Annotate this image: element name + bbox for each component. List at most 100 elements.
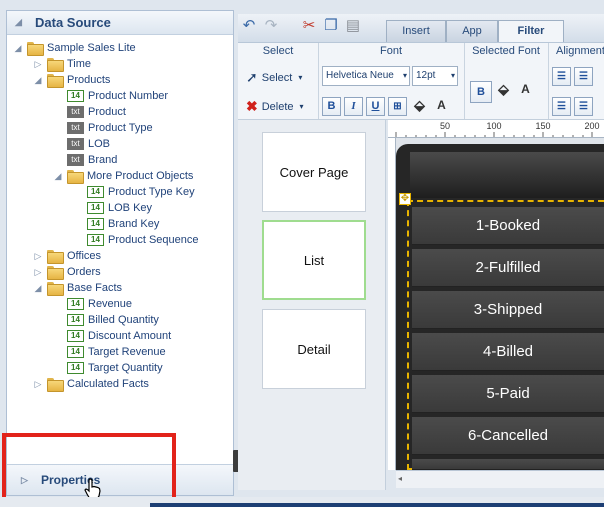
selected-fill-color-icon[interactable]: ⬙ [494, 81, 513, 100]
tree-item[interactable]: txt Product [53, 104, 126, 120]
tab-app[interactable]: App [446, 20, 498, 42]
align-center-icon[interactable]: ☰ [574, 97, 593, 116]
undo-icon[interactable]: ↶ [240, 17, 258, 35]
status-list-row[interactable]: 1-Booked [412, 207, 604, 245]
collapsed-triangle-icon[interactable]: ▷ [33, 379, 43, 390]
chevron-down-icon: ▾ [450, 71, 455, 80]
data-source-title: Data Source [35, 15, 111, 30]
align-top-icon[interactable]: ☰ [552, 67, 571, 86]
tree-item[interactable]: 14 Billed Quantity [53, 312, 159, 328]
tree-item[interactable]: txt Product Type [53, 120, 153, 136]
text-column-icon: txt [67, 122, 84, 134]
numeric-column-icon: 14 [67, 298, 84, 310]
underline-button[interactable]: U [366, 97, 385, 116]
scroll-left-icon[interactable]: ◂ [398, 474, 402, 483]
border-icon[interactable]: ⊞ [388, 97, 407, 116]
tree-item[interactable]: ▷ Calculated Facts [33, 376, 149, 392]
pointer-icon: ➚ [246, 69, 258, 85]
tree-item[interactable]: 14 Product Number [53, 88, 168, 104]
collapsed-triangle-icon[interactable]: ▷ [33, 59, 43, 70]
selected-font-color-icon[interactable]: A [516, 81, 535, 100]
paste-icon[interactable]: ▤ [344, 17, 362, 35]
selected-font-group-title: Selected Font [472, 45, 540, 57]
expanded-triangle-icon[interactable]: ◢ [53, 171, 63, 182]
copy-icon[interactable]: ❐ [322, 17, 340, 35]
numeric-column-icon: 14 [67, 314, 84, 326]
tab-filter[interactable]: Filter [498, 20, 564, 43]
bottom-accent-line [150, 503, 604, 507]
tree-item[interactable]: txt Brand [53, 152, 117, 168]
ribbon: Select ➚ Select ▾ ✖ Delete ▾ Font Helvet… [238, 42, 604, 120]
tree-item[interactable]: 14 Product Type Key [73, 184, 195, 200]
folder-icon [47, 58, 64, 72]
horizontal-scrollbar[interactable]: ◂ [396, 470, 604, 488]
font-color-icon[interactable]: A [432, 97, 451, 116]
tree-item[interactable]: 14 LOB Key [73, 200, 152, 216]
redo-icon[interactable]: ↷ [262, 17, 280, 35]
align-left-icon[interactable]: ☰ [552, 97, 571, 116]
tree-item-label: Billed Quantity [88, 314, 159, 326]
delete-label: Delete [261, 100, 294, 113]
expanded-triangle-icon[interactable]: ◢ [13, 43, 23, 54]
status-list-row[interactable]: 5-Paid [412, 375, 604, 413]
tree-item[interactable]: 14 Discount Amount [53, 328, 171, 344]
tree-item-label: Discount Amount [88, 330, 172, 342]
select-group-title: Select [262, 45, 294, 57]
collapsed-triangle-icon[interactable]: ▷ [33, 251, 43, 262]
collapsed-triangle-icon[interactable]: ▷ [33, 267, 43, 278]
tree-item-label: Product Sequence [108, 234, 199, 246]
folder-icon [47, 74, 64, 88]
tree-item[interactable]: 14 Target Quantity [53, 360, 163, 376]
tree-item[interactable]: 14 Product Sequence [73, 232, 199, 248]
main-toolbar: ↶ ↷ ✂ ❐ ▤ Insert App Filter [238, 14, 604, 43]
tree-item[interactable]: ▷ Orders [33, 264, 101, 280]
tree-item[interactable]: ◢ More Product Objects [53, 168, 193, 184]
tree-item[interactable]: txt LOB [53, 136, 110, 152]
tab-insert[interactable]: Insert [386, 20, 446, 42]
ruler-label: 150 [535, 121, 551, 131]
font-name-dropdown[interactable]: Helvetica Neue ▾ [322, 66, 410, 86]
numeric-column-icon: 14 [67, 330, 84, 342]
expanded-triangle-icon[interactable]: ◢ [33, 283, 43, 294]
fill-color-icon[interactable]: ⬙ [410, 97, 429, 116]
status-list-row[interactable]: 3-Shipped [412, 291, 604, 329]
status-list-row[interactable]: 2-Fulfilled [412, 249, 604, 287]
expanded-triangle-icon[interactable]: ◢ [33, 75, 43, 86]
horizontal-ruler: 50 100 150 200 [388, 120, 604, 138]
font-size-dropdown[interactable]: 12pt ▾ [412, 66, 458, 86]
status-list-row[interactable]: 4-Billed [412, 333, 604, 371]
text-column-icon: txt [67, 138, 84, 150]
tree-item-label: Product [88, 106, 126, 118]
select-label: Select [261, 71, 293, 84]
page-list: Cover Page List Detail [238, 120, 386, 490]
status-list-row[interactable]: 6-Cancelled [412, 417, 604, 455]
italic-button[interactable]: I [344, 97, 363, 116]
tree-item[interactable]: ◢ Products [33, 72, 110, 88]
selected-bold-button[interactable]: B [470, 81, 492, 103]
tree-item-label: Calculated Facts [67, 378, 149, 390]
move-handle-icon[interactable]: ✥ [399, 193, 411, 205]
tree-item[interactable]: ▷ Time [33, 56, 91, 72]
data-source-header[interactable]: ◢ Data Source [7, 11, 233, 35]
align-middle-icon[interactable]: ☰ [574, 67, 593, 86]
tree-item-label: Product Type [88, 122, 153, 134]
collapse-triangle-icon[interactable]: ◢ [15, 17, 25, 28]
delete-button[interactable]: ✖ Delete ▾ [246, 98, 304, 115]
tree-item-label: Offices [67, 250, 102, 262]
folder-icon [27, 42, 44, 56]
tree-item-label: Time [67, 58, 92, 70]
tree-item[interactable]: 14 Revenue [53, 296, 132, 312]
tree-item[interactable]: 14 Brand Key [73, 216, 159, 232]
page-cover[interactable]: Cover Page [262, 132, 366, 212]
tree-item[interactable]: ◢ Sample Sales Lite [13, 40, 136, 56]
cut-icon[interactable]: ✂ [300, 17, 318, 35]
page-list-item[interactable]: List [262, 220, 366, 300]
tree-item[interactable]: ▷ Offices [33, 248, 101, 264]
page-detail[interactable]: Detail [262, 309, 366, 389]
bold-button[interactable]: B [322, 97, 341, 116]
folder-icon [47, 266, 64, 280]
select-button[interactable]: ➚ Select ▾ [246, 69, 302, 86]
tree-item[interactable]: ◢ Base Facts [33, 280, 122, 296]
tree-item[interactable]: 14 Target Revenue [53, 344, 166, 360]
numeric-column-icon: 14 [87, 186, 104, 198]
